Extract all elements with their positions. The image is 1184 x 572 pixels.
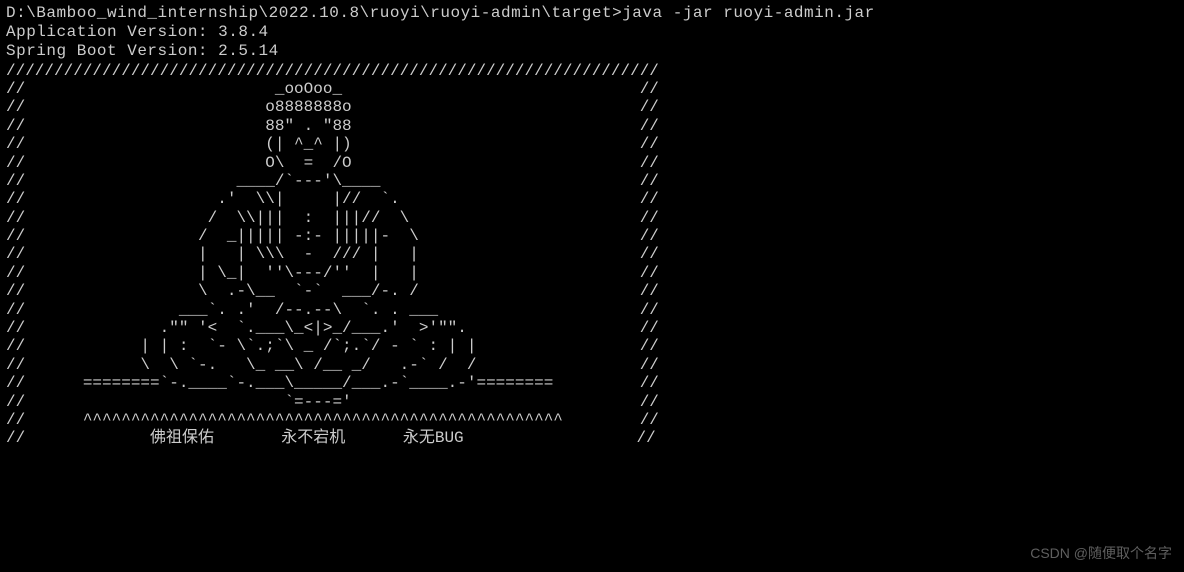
prompt-path: D:\Bamboo_wind_internship\2022.10.8\ruoy… xyxy=(6,4,622,22)
spring-boot-version-line: Spring Boot Version: 2.5.14 xyxy=(6,42,1178,61)
command-text: java -jar ruoyi-admin.jar xyxy=(622,4,875,22)
application-version-line: Application Version: 3.8.4 xyxy=(6,23,1178,42)
command-prompt-line: D:\Bamboo_wind_internship\2022.10.8\ruoy… xyxy=(6,4,1178,23)
csdn-watermark: CSDN @随便取个名字 xyxy=(1030,545,1172,562)
ascii-art-banner: ////////////////////////////////////////… xyxy=(6,62,1178,448)
